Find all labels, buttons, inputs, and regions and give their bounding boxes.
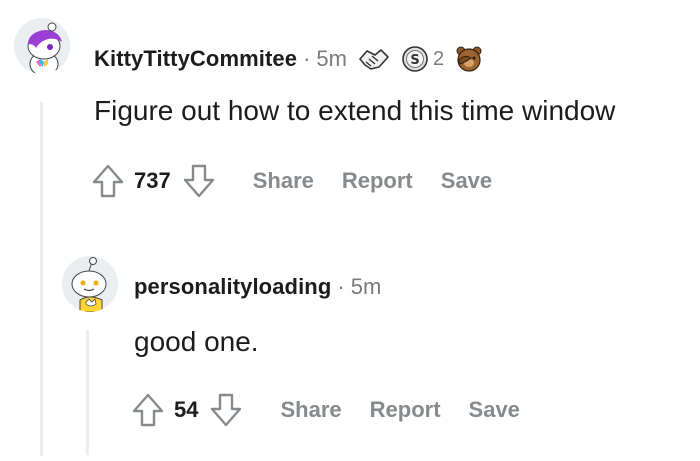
svg-text:S: S bbox=[410, 53, 419, 68]
save-button[interactable]: Save bbox=[469, 397, 520, 423]
comment-username[interactable]: personalityloading bbox=[134, 274, 331, 300]
comment-username[interactable]: KittyTittyCommitee bbox=[94, 46, 297, 72]
comment-action-bar: 54 Share Report Save bbox=[130, 392, 520, 428]
snoo-avatar-icon bbox=[14, 18, 70, 74]
snoo-avatar-icon bbox=[62, 256, 118, 312]
downvote-button[interactable] bbox=[181, 163, 217, 199]
share-button[interactable]: Share bbox=[253, 168, 314, 194]
upvote-button[interactable] bbox=[130, 392, 166, 428]
comment-body: good one. bbox=[134, 326, 259, 357]
save-button[interactable]: Save bbox=[441, 168, 492, 194]
award-count: 2 bbox=[432, 47, 445, 70]
share-button[interactable]: Share bbox=[280, 397, 341, 423]
avatar[interactable] bbox=[62, 256, 118, 312]
vote-score: 54 bbox=[174, 397, 199, 422]
comment-time[interactable]: 5m bbox=[351, 274, 382, 300]
comment-time[interactable]: 5m bbox=[316, 46, 347, 72]
vote-score: 737 bbox=[134, 168, 171, 193]
award-facepalm-bear[interactable] bbox=[454, 44, 484, 74]
facepalm-bear-award-icon bbox=[456, 46, 482, 72]
handshake-award-icon bbox=[359, 49, 389, 70]
comment-header: personalityloading · 5m bbox=[134, 274, 381, 300]
comment-header: KittyTittyCommitee · 5m S 2 bbox=[94, 44, 484, 74]
avatar[interactable] bbox=[14, 18, 70, 74]
award-handshake[interactable] bbox=[357, 45, 391, 73]
thread-line-parent[interactable] bbox=[40, 102, 43, 456]
downvote-arrow-icon bbox=[211, 393, 242, 427]
report-button[interactable]: Report bbox=[342, 168, 413, 194]
upvote-button[interactable] bbox=[90, 163, 126, 199]
comment-action-bar: 737 Share Report Save bbox=[90, 163, 492, 199]
thread-line-reply[interactable] bbox=[86, 330, 89, 455]
meta-separator: · bbox=[303, 46, 311, 71]
award-silver[interactable]: S 2 bbox=[401, 45, 444, 73]
meta-separator: · bbox=[337, 274, 345, 299]
silver-coin-award-icon: S bbox=[402, 46, 428, 72]
downvote-arrow-icon bbox=[183, 164, 214, 198]
report-button[interactable]: Report bbox=[370, 397, 441, 423]
upvote-arrow-icon bbox=[92, 164, 124, 198]
comment-body: Figure out how to extend this time windo… bbox=[94, 95, 616, 126]
downvote-button[interactable] bbox=[208, 392, 244, 428]
upvote-arrow-icon bbox=[132, 393, 164, 427]
